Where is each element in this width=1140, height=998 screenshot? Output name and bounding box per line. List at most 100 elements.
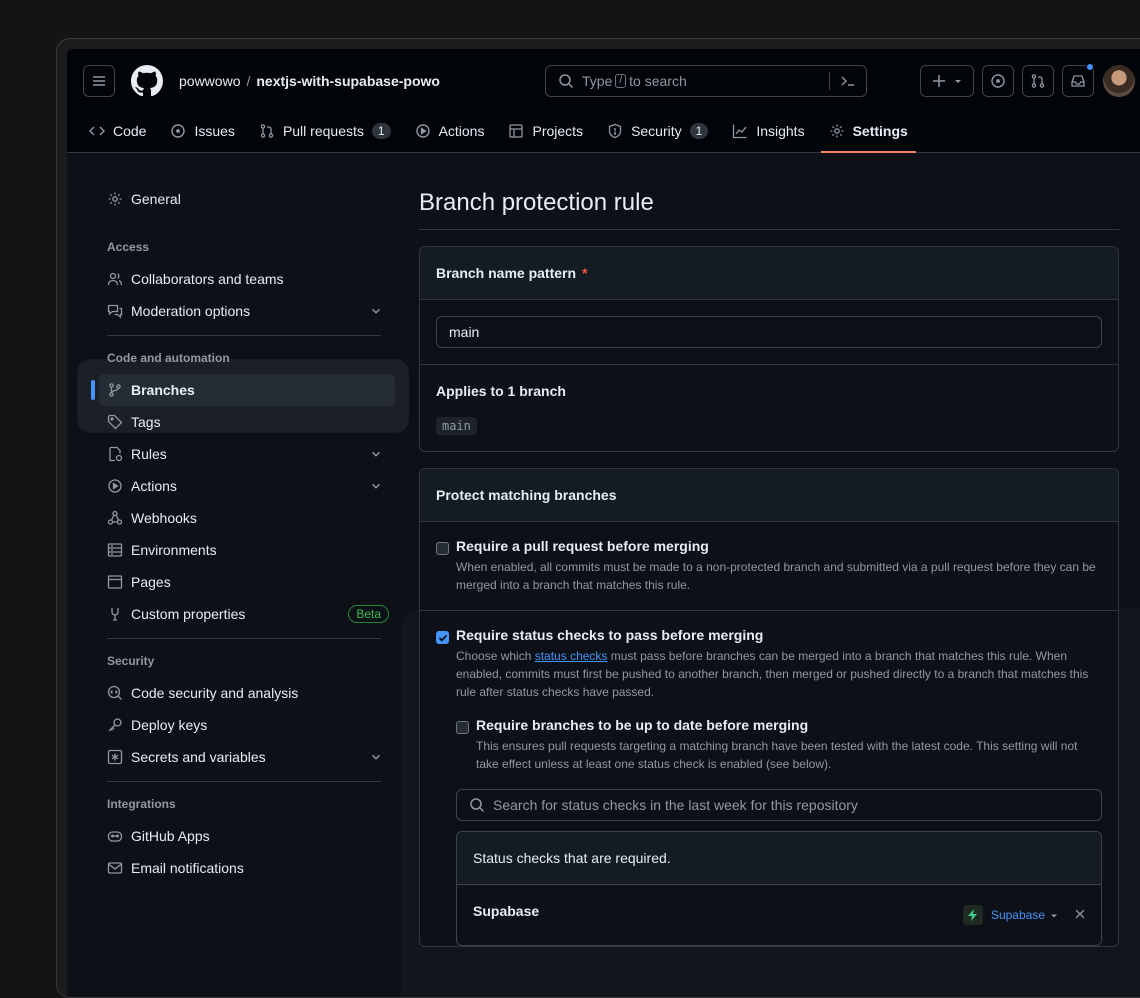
supabase-logo-icon bbox=[962, 905, 983, 925]
tab-code-label: Code bbox=[113, 123, 147, 139]
page-title: Branch protection rule bbox=[419, 189, 1119, 230]
key-icon bbox=[108, 718, 122, 732]
required-check-name: Supabase bbox=[473, 903, 540, 919]
sidebar-item-rules-label: Rules bbox=[131, 446, 167, 462]
sidebar-divider bbox=[107, 638, 381, 639]
repo-name-link[interactable]: nextjs-with-supabase-powo bbox=[256, 73, 440, 89]
sidebar-item-actions[interactable]: Actions bbox=[89, 470, 399, 502]
tab-issues[interactable]: Issues bbox=[170, 109, 235, 153]
status-check-search-placeholder: Search for status checks in the last wee… bbox=[493, 797, 858, 813]
remove-check-icon[interactable] bbox=[1073, 907, 1087, 921]
repo-rules-icon bbox=[109, 446, 123, 462]
check-app-selector[interactable]: Supabase bbox=[962, 905, 1045, 925]
sidebar-item-moderation[interactable]: Moderation options bbox=[89, 295, 399, 327]
pull-requests-count: 1 bbox=[371, 123, 391, 139]
user-avatar[interactable] bbox=[1103, 65, 1135, 97]
require-status-desc: Choose which status checks must pass bef… bbox=[456, 647, 1102, 701]
sidebar-item-code-security-label: Code security and analysis bbox=[131, 685, 299, 701]
require-uptodate-checkbox[interactable] bbox=[456, 721, 469, 734]
sidebar-item-moderation-label: Moderation options bbox=[131, 303, 251, 319]
sidebar-divider bbox=[107, 781, 381, 782]
sidebar-item-general[interactable]: General bbox=[89, 183, 399, 215]
sidebar-item-custom-properties[interactable]: Custom properties Beta bbox=[89, 598, 399, 630]
branch-pattern-input[interactable]: main bbox=[436, 316, 1102, 348]
triangle-down-icon[interactable] bbox=[1049, 911, 1059, 921]
code-icon bbox=[89, 126, 105, 136]
sidebar-item-deploy-keys-label: Deploy keys bbox=[131, 717, 208, 733]
pull-request-icon bbox=[260, 124, 274, 138]
require-pr-checkbox[interactable] bbox=[436, 542, 449, 555]
applies-branch-wrap: main bbox=[420, 405, 1118, 451]
require-status-title: Require status checks to pass before mer… bbox=[456, 627, 764, 643]
tab-actions[interactable]: Actions bbox=[415, 109, 484, 153]
sidebar-item-github-apps[interactable]: GitHub Apps bbox=[89, 820, 399, 852]
tab-projects[interactable]: Projects bbox=[508, 109, 583, 153]
sidebar-item-deploy-keys[interactable]: Deploy keys bbox=[89, 709, 399, 741]
require-pr-title: Require a pull request before merging bbox=[456, 538, 709, 554]
asterisk-icon bbox=[107, 749, 123, 765]
sidebar-heading-security: Security bbox=[107, 654, 155, 668]
require-status-option: Require status checks to pass before mer… bbox=[420, 611, 1118, 946]
create-new-button[interactable] bbox=[920, 65, 974, 97]
tab-insights-label: Insights bbox=[756, 123, 805, 139]
sidebar-item-environments-label: Environments bbox=[131, 542, 217, 558]
browser-icon bbox=[107, 575, 123, 589]
pull-requests-button[interactable] bbox=[1022, 65, 1054, 97]
tab-pull-requests-label: Pull requests bbox=[282, 123, 364, 139]
status-check-search-input[interactable]: Search for status checks in the last wee… bbox=[456, 789, 1102, 821]
note-icon bbox=[111, 608, 119, 621]
search-icon bbox=[559, 74, 574, 89]
sidebar-item-code-security[interactable]: Code security and analysis bbox=[89, 677, 399, 709]
breadcrumb-separator: / bbox=[246, 73, 251, 89]
device-frame: powwowo / nextjs-with-supabase-powo Type /… bbox=[56, 38, 1140, 998]
sidebar-item-collaborators[interactable]: Collaborators and teams bbox=[89, 263, 399, 295]
tab-pull-requests[interactable]: Pull requests 1 bbox=[259, 109, 391, 153]
tab-code[interactable]: Code bbox=[89, 109, 146, 153]
status-desc-pre: Choose which bbox=[456, 649, 532, 663]
search-suffix: to search bbox=[629, 73, 687, 89]
sidebar-item-general-label: General bbox=[131, 191, 181, 207]
sidebar-item-email-notifications[interactable]: Email notifications bbox=[89, 852, 399, 884]
issue-icon bbox=[171, 124, 186, 138]
sidebar-item-rules[interactable]: Rules bbox=[89, 438, 399, 470]
sidebar-item-tags[interactable]: Tags bbox=[89, 406, 399, 438]
menu-button[interactable] bbox=[83, 65, 115, 97]
require-status-checkbox[interactable] bbox=[436, 631, 449, 644]
notification-dot bbox=[1086, 63, 1094, 71]
shield-icon bbox=[608, 123, 622, 139]
check-icon bbox=[438, 634, 447, 642]
mail-icon bbox=[107, 862, 123, 874]
beta-badge: Beta bbox=[348, 605, 389, 623]
branch-pattern-box: Branch name pattern * main Applies to 1 … bbox=[419, 246, 1119, 452]
chevron-down-icon bbox=[372, 451, 380, 457]
repo-owner-link[interactable]: powwowo bbox=[179, 73, 240, 89]
issues-button[interactable] bbox=[982, 65, 1014, 97]
main-content: Branch protection rule Branch name patte… bbox=[419, 189, 1119, 947]
issue-icon bbox=[991, 74, 1005, 88]
sidebar-item-actions-label: Actions bbox=[131, 478, 177, 494]
tab-insights[interactable]: Insights bbox=[732, 109, 805, 153]
sidebar-item-webhooks[interactable]: Webhooks bbox=[89, 502, 399, 534]
search-divider bbox=[829, 72, 830, 90]
repo-breadcrumb: powwowo / nextjs-with-supabase-powo bbox=[179, 73, 440, 89]
command-palette-icon[interactable] bbox=[840, 73, 856, 89]
required-mark: * bbox=[581, 265, 588, 281]
sidebar-item-branches[interactable]: Branches bbox=[91, 374, 395, 406]
sidebar-heading-access: Access bbox=[107, 240, 150, 254]
graph-icon bbox=[733, 124, 747, 139]
github-logo-icon[interactable] bbox=[131, 65, 163, 97]
global-search-input[interactable]: Type / to search bbox=[545, 65, 867, 97]
required-check-row: Supabase Supabase bbox=[457, 885, 1101, 945]
sidebar-item-pages[interactable]: Pages bbox=[89, 566, 399, 598]
comment-discussion-icon bbox=[107, 304, 123, 319]
sidebar-item-environments[interactable]: Environments bbox=[89, 534, 399, 566]
sidebar-item-secrets[interactable]: Secrets and variables bbox=[89, 741, 399, 773]
tab-settings[interactable]: Settings bbox=[820, 109, 917, 153]
chevron-down-icon bbox=[372, 754, 380, 760]
tab-security[interactable]: Security 1 bbox=[607, 109, 709, 153]
tab-security-label: Security bbox=[631, 123, 682, 139]
inbox-icon bbox=[1071, 75, 1085, 87]
status-checks-link[interactable]: status checks bbox=[535, 649, 608, 663]
sidebar-divider bbox=[107, 335, 381, 336]
plus-icon bbox=[933, 75, 945, 87]
